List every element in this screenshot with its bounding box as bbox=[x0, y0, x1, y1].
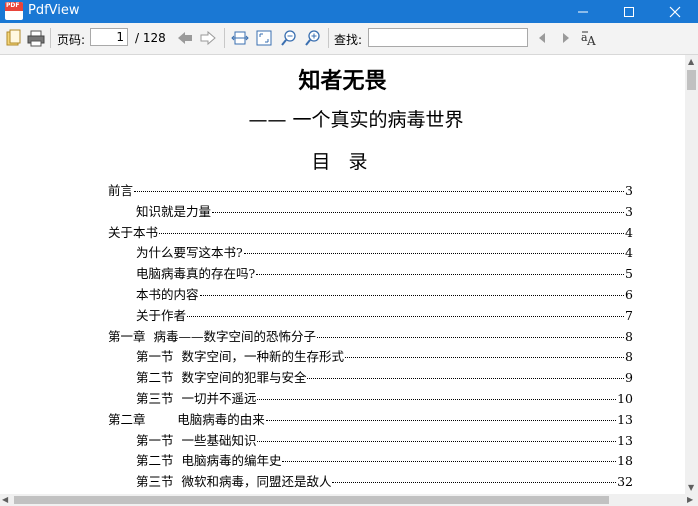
toc-entry-title: 前言 bbox=[108, 183, 134, 198]
search-label: 查找: bbox=[334, 33, 363, 47]
toc-entry[interactable]: 第三节 一切并不遥远 10 bbox=[136, 388, 633, 408]
document-subtitle: —— 一个真实的病毒世界 bbox=[248, 109, 464, 131]
toc-leader-dots bbox=[307, 378, 625, 380]
toc-leader-dots bbox=[212, 211, 625, 213]
scroll-left-icon[interactable]: ◀ bbox=[2, 495, 8, 504]
toc-entry-page: 8 bbox=[625, 328, 633, 344]
toc-entry-page: 3 bbox=[625, 203, 633, 219]
close-icon bbox=[669, 6, 681, 18]
toc-entry-page: 9 bbox=[625, 370, 633, 386]
toc-entry-title: 关于作者 bbox=[136, 307, 187, 323]
toc-leader-dots bbox=[256, 274, 625, 276]
toc-entry[interactable]: 电脑病毒真的存在吗? 5 bbox=[136, 263, 633, 283]
toc-entry-page: 7 bbox=[625, 307, 633, 323]
toc-entry-title: 第二节 数字空间的犯罪与安全 bbox=[136, 370, 307, 386]
document-view: 知者无畏 —— 一个真实的病毒世界 目 录 前言 3 知识就是力量 3 关于本书 4 为什么… bbox=[0, 55, 685, 494]
toc-entry[interactable]: 关于本书 4 bbox=[108, 222, 633, 242]
toc-entry[interactable]: 知识就是力量 3 bbox=[136, 201, 633, 221]
toc-entry-page: 4 bbox=[625, 224, 633, 240]
horizontal-scrollbar[interactable]: ◀ ▶ bbox=[0, 494, 698, 506]
toc-entry-page: 32 bbox=[617, 474, 633, 490]
fit-width-icon[interactable] bbox=[231, 29, 249, 47]
window-title: PdfView bbox=[28, 3, 80, 18]
toc-leader-dots bbox=[316, 336, 625, 338]
toc-entry-page: 5 bbox=[625, 266, 633, 282]
toc-entry-title: 本书的内容 bbox=[136, 287, 199, 302]
page-label: 页码: bbox=[57, 33, 86, 47]
toc-leader-dots bbox=[199, 295, 625, 296]
minimize-icon bbox=[578, 11, 588, 13]
toc-entry-page: 6 bbox=[625, 287, 633, 302]
toc-entry-page: 18 bbox=[617, 453, 633, 469]
toc-entry-page: 8 bbox=[625, 349, 633, 365]
toc-entry-title: 第二节 电脑病毒的编年史 bbox=[136, 453, 282, 469]
toc-leader-dots bbox=[257, 440, 617, 442]
toc-leader-dots bbox=[134, 191, 625, 192]
toc-entry[interactable]: 本书的内容 6 bbox=[136, 284, 633, 304]
svg-text:A: A bbox=[586, 34, 596, 47]
toc-entry-title: 为什么要写这本书? bbox=[136, 245, 243, 261]
toc-entry[interactable]: 第一节 一些基础知识 13 bbox=[136, 430, 633, 450]
maximize-icon bbox=[624, 7, 634, 17]
horizontal-scroll-thumb[interactable] bbox=[14, 496, 609, 504]
toc-entry[interactable]: 第二节 数字空间的犯罪与安全 9 bbox=[136, 367, 633, 387]
toc-entry[interactable]: 第二章 电脑病毒的由来 13 bbox=[108, 409, 633, 429]
fit-page-icon[interactable] bbox=[255, 29, 273, 47]
pdf-app-icon: PDF bbox=[5, 2, 23, 20]
toc-entry-page: 13 bbox=[617, 411, 633, 427]
toc-leader-dots bbox=[265, 419, 617, 421]
page-total: / 128 bbox=[135, 31, 166, 45]
document-title: 知者无畏 bbox=[298, 69, 387, 94]
toc-entry-title: 第二章 电脑病毒的由来 bbox=[108, 411, 265, 427]
page-number-input[interactable] bbox=[90, 28, 128, 46]
minimize-button[interactable] bbox=[560, 0, 606, 23]
toc-entry-title: 电脑病毒真的存在吗? bbox=[136, 266, 256, 282]
search-input[interactable] bbox=[368, 28, 528, 47]
next-page-icon[interactable] bbox=[199, 29, 217, 47]
vertical-scrollbar[interactable]: ▲ ▼ bbox=[685, 55, 698, 494]
toc-entry-title: 第一章 病毒——数字空间的恐怖分子 bbox=[108, 328, 316, 344]
zoom-in-icon[interactable] bbox=[304, 29, 322, 47]
toc-entry[interactable]: 为什么要写这本书? 4 bbox=[136, 242, 633, 262]
toc-leader-dots bbox=[257, 399, 617, 400]
scroll-right-icon[interactable]: ▶ bbox=[687, 495, 693, 504]
toc-entry-title: 第一节 一些基础知识 bbox=[136, 432, 257, 448]
toc-entry-title: 知识就是力量 bbox=[136, 203, 212, 219]
toc-leader-dots bbox=[187, 315, 625, 317]
toc-leader-dots bbox=[344, 357, 625, 359]
toc-entry[interactable]: 第一节 数字空间，一种新的生存形式 8 bbox=[136, 346, 633, 366]
toc-entry[interactable]: 关于作者 7 bbox=[136, 305, 633, 325]
toc-leader-dots bbox=[332, 482, 617, 484]
find-previous-icon[interactable] bbox=[534, 29, 552, 47]
previous-page-icon[interactable] bbox=[176, 29, 194, 47]
toc-entry-page: 3 bbox=[625, 183, 633, 198]
toc-entry-title: 第三节 微软和病毒，同盟还是敌人 bbox=[136, 474, 332, 490]
title-bar: PDF PdfView bbox=[0, 0, 698, 23]
close-button[interactable] bbox=[652, 0, 698, 23]
scroll-down-icon[interactable]: ▼ bbox=[688, 483, 694, 492]
toc-entry-page: 10 bbox=[617, 391, 633, 406]
toc-leader-dots bbox=[243, 253, 625, 255]
toc-heading: 目 录 bbox=[311, 151, 374, 173]
toc-entry[interactable]: 前言 3 bbox=[108, 180, 633, 200]
find-next-icon[interactable] bbox=[556, 29, 574, 47]
toc-entry-page: 13 bbox=[617, 432, 633, 448]
toc-entry-title: 关于本书 bbox=[108, 224, 159, 240]
scroll-up-icon[interactable]: ▲ bbox=[688, 57, 694, 66]
toc-entry-title: 第一节 数字空间，一种新的生存形式 bbox=[136, 349, 344, 365]
match-case-icon[interactable]: aA bbox=[580, 29, 598, 48]
zoom-out-icon[interactable] bbox=[280, 29, 298, 47]
toc-leader-dots bbox=[282, 461, 617, 463]
toolbar: 页码: / 128 查找: aA bbox=[0, 23, 698, 55]
print-icon[interactable] bbox=[27, 29, 45, 47]
toc-entry[interactable]: 第三节 微软和病毒，同盟还是敌人 32 bbox=[136, 471, 633, 491]
toc-entry-page: 4 bbox=[625, 245, 633, 261]
toc-leader-dots bbox=[159, 232, 625, 234]
maximize-button[interactable] bbox=[606, 0, 652, 23]
toc-entry[interactable]: 第二节 电脑病毒的编年史 18 bbox=[136, 450, 633, 470]
toc-entry-title: 第三节 一切并不遥远 bbox=[136, 391, 257, 406]
toc-entry[interactable]: 第一章 病毒——数字空间的恐怖分子 8 bbox=[108, 326, 633, 346]
open-file-icon[interactable] bbox=[5, 29, 23, 47]
vertical-scroll-thumb[interactable] bbox=[687, 70, 696, 90]
